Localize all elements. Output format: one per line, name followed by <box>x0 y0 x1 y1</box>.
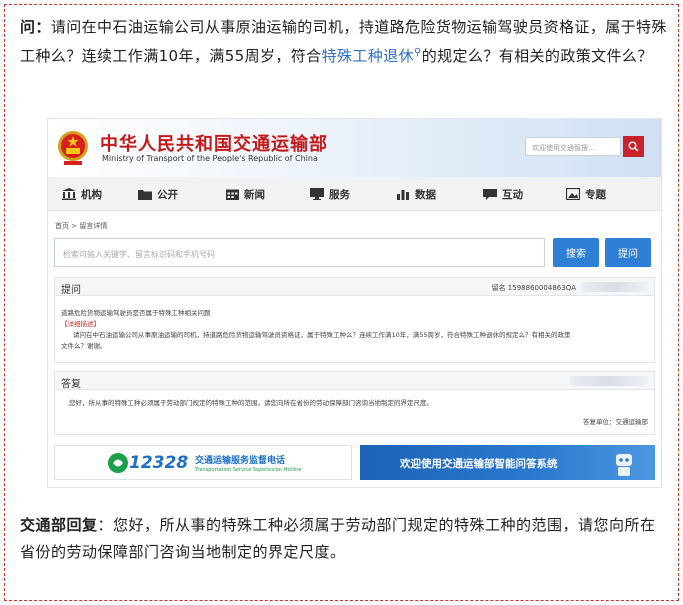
answer-paragraph: 交通部回复：您好，所从事的特殊工种必须属于劳动部门规定的特殊工种的范围，请您向所… <box>20 512 668 566</box>
ai-banner-text: 欢迎使用交通运输部智能问答系统 <box>400 458 558 470</box>
calendar-icon <box>226 189 239 200</box>
nav-item-interaction[interactable]: 互动 <box>483 186 523 202</box>
image-icon <box>566 188 580 200</box>
blurred-date <box>582 282 648 292</box>
question-body: 道路危险货物运输驾驶员是否属于特殊工种相关问题 【详细描述】 请问在中石油运输公… <box>55 296 654 352</box>
ask-button[interactable]: 提问 <box>605 238 651 267</box>
nav-label: 数据 <box>415 188 436 201</box>
question-paragraph: 问：请问在中石油运输公司从事原油运输的司机，持道路危险货物运输驾驶员资格证，属于… <box>20 14 668 69</box>
breadcrumb[interactable]: 首页 > 留言详情 <box>55 221 107 231</box>
folder-icon <box>138 190 152 200</box>
answer-text: ：您好，所从事的特殊工种必须属于劳动部门规定的特殊工种的范围，请您向所在省份的劳… <box>20 516 656 561</box>
nav-label: 专题 <box>585 188 606 201</box>
hotline-banner[interactable]: 12328 交通运输服务监督电话 Transportation Service … <box>54 445 352 480</box>
reply-box-title: 答复 <box>61 379 81 390</box>
reply-box: 答复 您好，所从事的特殊工种必须属于劳动部门规定的特殊工种的范围，请您向所在省份… <box>54 371 655 435</box>
detail-line-2: 文件么？谢谢。 <box>61 342 107 350</box>
blurred-date <box>570 376 648 386</box>
search-icon: ⚲ <box>413 47 422 58</box>
question-text-after: 的规定么？有相关的政策文件么？ <box>421 47 653 65</box>
site-header: 中华人民共和国交通运输部 Ministry of Transport of th… <box>48 119 661 177</box>
site-subtitle: Ministry of Transport of the People's Re… <box>102 154 318 163</box>
monitor-icon <box>310 188 324 200</box>
nav-label: 服务 <box>329 188 350 201</box>
detail-label: 【详细描述】 <box>61 320 100 328</box>
keyword-link[interactable]: 特殊工种退休 <box>322 47 414 65</box>
site-nav: 机构 公开 新闻 服务 数据 互动 专题 <box>48 177 661 211</box>
reply-body: 您好，所从事的特殊工种必须属于劳动部门规定的特殊工种的范围，请您向所在省份的劳动… <box>55 390 654 428</box>
question-box-header: 提问 留名 1598860004863QA <box>55 278 654 296</box>
search-icon <box>628 141 639 152</box>
hotline-number: 12328 <box>129 453 189 473</box>
chart-icon <box>397 190 409 200</box>
header-search-button[interactable] <box>623 136 644 157</box>
nav-item-news[interactable]: 新闻 <box>226 186 265 202</box>
detail-line-1: 请问在中石油运输公司从事原油运输的司机，持道路危险货物运输驾驶员资格证，属于特殊… <box>73 331 571 339</box>
hotline-logo-icon <box>108 453 128 473</box>
site-screenshot: 中华人民共和国交通运输部 Ministry of Transport of th… <box>47 118 662 488</box>
nav-label: 机构 <box>81 188 102 201</box>
header-search-input[interactable]: 欢迎使用交通智搜... <box>525 137 621 156</box>
nav-label: 互动 <box>502 188 523 201</box>
reply-box-header: 答复 <box>55 372 654 390</box>
nav-item-public[interactable]: 公开 <box>138 186 178 202</box>
question-id: 留名 1598860004863QA <box>491 284 576 292</box>
question-box-title: 提问 <box>61 285 81 296</box>
question-subject: 道路危险货物运输驾驶员是否属于特殊工种相关问题 <box>61 309 211 317</box>
national-emblem-icon <box>58 131 88 165</box>
robot-icon <box>616 454 632 476</box>
question-label: 问： <box>20 18 51 36</box>
reply-unit: 答复单位：交通运输部 <box>583 418 648 426</box>
nav-label: 公开 <box>157 188 178 201</box>
chat-icon <box>483 189 497 200</box>
nav-item-topics[interactable]: 专题 <box>566 186 606 202</box>
nav-item-service[interactable]: 服务 <box>310 186 350 202</box>
question-box: 提问 留名 1598860004863QA 道路危险货物运输驾驶员是否属于特殊工… <box>54 277 655 363</box>
site-title: 中华人民共和国交通运输部 <box>100 134 328 155</box>
reply-content: 您好，所从事的特殊工种必须属于劳动部门规定的特殊工种的范围，请您向所在省份的劳动… <box>69 399 433 407</box>
hotline-title: 交通运输服务监督电话 <box>195 456 286 466</box>
nav-label: 新闻 <box>244 188 265 201</box>
ai-qa-banner[interactable]: 欢迎使用交通运输部智能问答系统 <box>360 445 655 480</box>
nav-item-institutions[interactable]: 机构 <box>62 186 102 202</box>
nav-item-data[interactable]: 数据 <box>396 186 436 202</box>
building-icon <box>62 188 76 200</box>
main-search-input[interactable]: 检索可输入关键字、留言标识码和手机号码 <box>54 238 545 267</box>
search-button[interactable]: 搜索 <box>553 238 599 267</box>
answer-label: 交通部回复 <box>20 516 98 534</box>
hotline-subtitle: Transportation Service Supervision Hotli… <box>195 467 302 473</box>
